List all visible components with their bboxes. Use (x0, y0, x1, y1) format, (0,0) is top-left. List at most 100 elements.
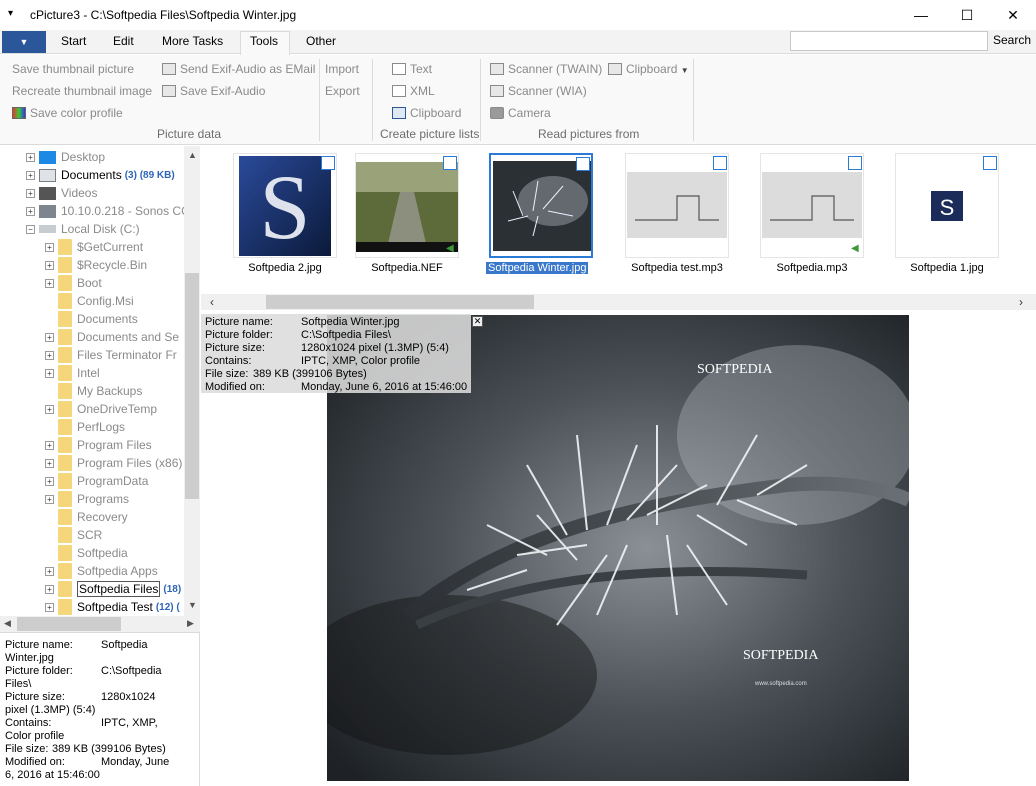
expand-icon[interactable]: + (45, 494, 54, 504)
search-input[interactable] (790, 31, 988, 51)
tree-item[interactable]: Softpedia (45, 544, 128, 562)
expand-icon[interactable]: + (45, 260, 54, 270)
expand-icon[interactable]: + (26, 170, 35, 180)
tree-item[interactable]: + $GetCurrent (45, 238, 143, 256)
tab-other[interactable]: Other (306, 34, 336, 48)
quick-access-menu-icon[interactable]: ▾ (8, 8, 13, 19)
tab-tools[interactable]: Tools (250, 34, 278, 48)
expand-icon[interactable]: + (45, 566, 54, 576)
tree-item[interactable]: My Backups (45, 382, 142, 400)
scroll-down-icon[interactable]: ▼ (188, 600, 197, 610)
expand-icon[interactable]: + (45, 332, 54, 342)
create-clipboard-list-button[interactable]: Clipboard (392, 106, 461, 120)
thumbnail-label[interactable]: Softpedia 2.jpg (220, 262, 350, 274)
thumbnail-label[interactable]: Softpedia.mp3 (747, 262, 877, 274)
close-button[interactable]: ✕ (990, 0, 1036, 30)
thumbnail-item[interactable]: ◀ (760, 153, 864, 258)
export-button[interactable]: Export (325, 84, 360, 98)
expand-icon[interactable]: + (45, 602, 54, 612)
thumbnail-checkbox[interactable] (983, 156, 997, 170)
tree-item[interactable]: + Softpedia Apps (45, 562, 158, 580)
expand-icon[interactable]: + (45, 476, 54, 486)
tree-item[interactable]: + Documents (3) (89 KB) (26, 166, 175, 184)
tree-item[interactable]: + Program Files (45, 436, 152, 454)
tree-item[interactable]: + Desktop (26, 148, 105, 166)
tree-item[interactable]: + Softpedia Test (12) ( (45, 598, 180, 616)
expand-icon[interactable]: + (45, 242, 54, 252)
read-clipboard-button[interactable]: Clipboard ▼ (608, 62, 689, 76)
tree-item[interactable]: + Boot (45, 274, 102, 292)
scroll-left-icon[interactable]: ‹ (210, 295, 214, 309)
tree-item[interactable]: Recovery (45, 508, 128, 526)
search-button[interactable]: Search (993, 33, 1031, 47)
tree-scrollbar-thumb[interactable] (185, 273, 199, 499)
maximize-button[interactable]: ☐ (944, 0, 990, 30)
save-thumbnail-picture-button[interactable]: Save thumbnail picture (12, 62, 134, 76)
expand-icon[interactable]: + (26, 152, 35, 162)
tree-item[interactable]: − Local Disk (C:) (26, 220, 140, 238)
scroll-right-icon[interactable]: ▶ (187, 618, 194, 629)
folder-icon (58, 563, 72, 579)
thumbnail-scrollbar-thumb[interactable] (266, 295, 534, 309)
camera-button[interactable]: Camera (490, 106, 551, 120)
tree-item[interactable]: + OneDriveTemp (45, 400, 157, 418)
scroll-left-icon[interactable]: ◀ (4, 618, 11, 629)
thumbnail-checkbox[interactable] (848, 156, 862, 170)
expand-icon[interactable]: + (26, 206, 35, 216)
tree-item[interactable]: + Files Terminator Fr (45, 346, 177, 364)
tree-item[interactable]: + ProgramData (45, 472, 148, 490)
scroll-right-icon[interactable]: › (1019, 295, 1023, 309)
tab-more-tasks[interactable]: More Tasks (162, 34, 223, 48)
tab-edit[interactable]: Edit (113, 34, 134, 48)
create-text-list-button[interactable]: Text (392, 62, 432, 76)
tree-item[interactable]: + Program Files (x86) (45, 454, 182, 472)
recreate-thumbnail-image-button[interactable]: Recreate thumbnail image (12, 84, 152, 98)
tree-hscroll-thumb[interactable] (17, 617, 121, 631)
file-menu-button[interactable]: ▼ (2, 31, 46, 53)
tree-item[interactable]: PerfLogs (45, 418, 125, 436)
thumbnail-checkbox[interactable] (713, 156, 727, 170)
thumbnail-label[interactable]: Softpedia Winter.jpg (486, 262, 589, 274)
tree-item[interactable]: + $Recycle.Bin (45, 256, 147, 274)
scanner-wia-button[interactable]: Scanner (WIA) (490, 84, 587, 98)
thumbnail-label[interactable]: Softpedia test.mp3 (612, 262, 742, 274)
thumbnail-checkbox[interactable] (576, 157, 590, 171)
tree-item[interactable]: SCR (45, 526, 102, 544)
expand-icon[interactable]: + (45, 350, 54, 360)
tree-item[interactable]: Config.Msi (45, 292, 134, 310)
create-xml-list-button[interactable]: XML (392, 84, 435, 98)
tree-item[interactable]: + Intel (45, 364, 100, 382)
expand-icon[interactable]: + (45, 458, 54, 468)
thumbnail-item[interactable]: ◀ (355, 153, 459, 258)
expand-icon[interactable]: + (45, 368, 54, 378)
collapse-icon[interactable]: − (26, 224, 35, 234)
tree-item[interactable]: +10.10.0.218 - Sonos CO (26, 202, 190, 220)
thumbnail-item[interactable] (625, 153, 729, 258)
scanner-twain-button[interactable]: Scanner (TWAIN) (490, 62, 602, 76)
thumbnail-checkbox[interactable] (443, 156, 457, 170)
tree-item[interactable]: + Softpedia Files (18) ( (45, 580, 187, 598)
tree-item[interactable]: + Documents and Se (45, 328, 179, 346)
save-exif-audio-button[interactable]: Save Exif-Audio (162, 84, 265, 98)
expand-icon[interactable]: + (45, 278, 54, 288)
expand-icon[interactable]: + (45, 440, 54, 450)
thumbnail-checkbox[interactable] (321, 156, 335, 170)
thumbnail-item[interactable] (489, 153, 593, 258)
import-button[interactable]: Import (325, 62, 359, 76)
thumbnail-item[interactable]: S (895, 153, 999, 258)
thumbnail-label[interactable]: Softpedia 1.jpg (882, 262, 1012, 274)
tree-item[interactable]: + Videos (26, 184, 97, 202)
tree-item[interactable]: Documents (45, 310, 138, 328)
save-color-profile-button[interactable]: Save color profile (12, 106, 123, 120)
expand-icon[interactable]: + (45, 404, 54, 414)
minimize-button[interactable]: — (898, 0, 944, 30)
thumbnail-item[interactable]: S (233, 153, 337, 258)
thumbnail-label[interactable]: Softpedia.NEF (342, 262, 472, 274)
tree-item[interactable]: + Programs (45, 490, 129, 508)
tab-start[interactable]: Start (61, 34, 86, 48)
expand-icon[interactable]: + (45, 584, 54, 594)
close-overlay-icon[interactable]: ✕ (472, 316, 483, 327)
scroll-up-icon[interactable]: ▲ (188, 150, 197, 160)
expand-icon[interactable]: + (26, 188, 35, 198)
send-exif-audio-button[interactable]: Send Exif-Audio as EMail (162, 62, 315, 76)
